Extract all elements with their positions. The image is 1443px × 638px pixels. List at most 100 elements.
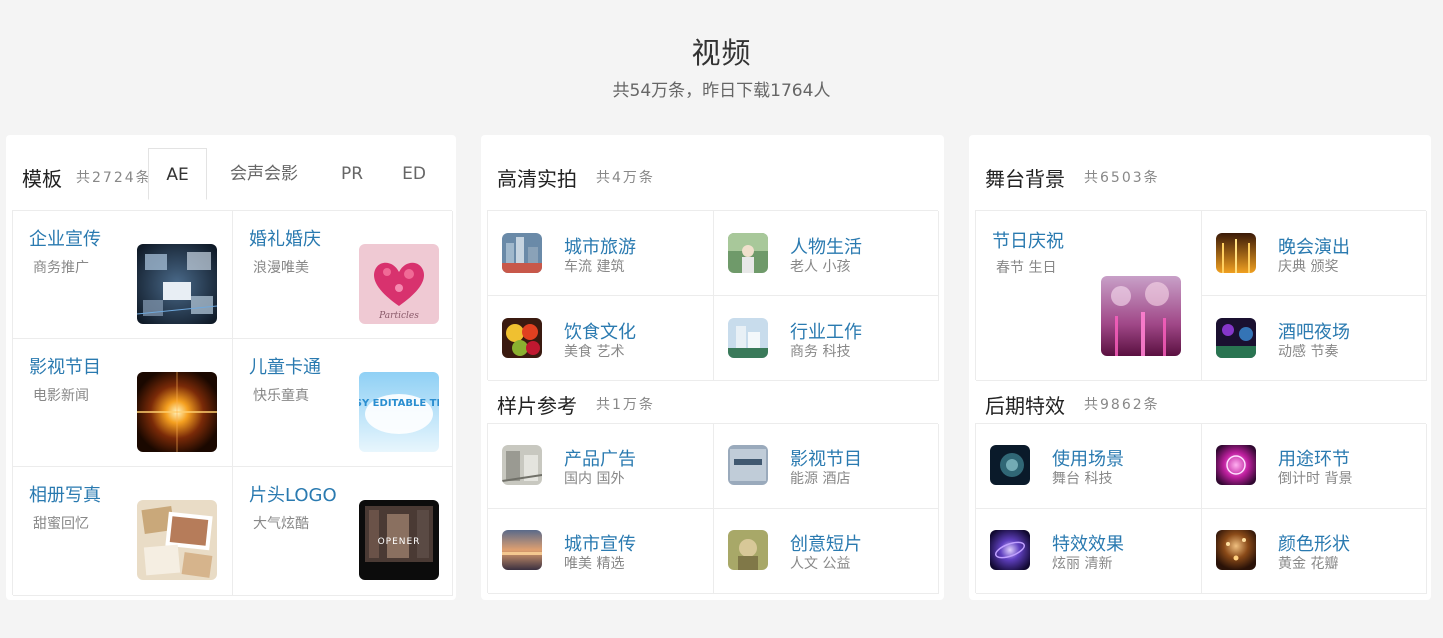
item-tags: 庆典 颁奖 — [1278, 259, 1339, 275]
hd-item-food[interactable]: 饮食文化 美食 艺术 — [488, 296, 714, 381]
gala-thumbnail — [1216, 233, 1256, 273]
scene-thumbnail — [990, 445, 1030, 485]
page-subtitle: 共54万条，昨日下载1764人 — [612, 81, 831, 101]
short-film-thumbnail — [728, 530, 768, 570]
item-name: 片头LOGO — [249, 485, 337, 506]
product-ad-thumbnail — [502, 445, 542, 485]
template-item-wedding[interactable]: 婚礼婚庆 浪漫唯美 Particles — [233, 211, 453, 339]
film-thumbnail — [137, 372, 217, 452]
template-item-album[interactable]: 相册写真 甜蜜回忆 — [13, 467, 233, 596]
tab-pr[interactable]: PR — [326, 148, 378, 200]
stage-header: 舞台背景 共6503条 — [969, 135, 1431, 195]
item-tags: 唯美 精选 — [564, 556, 625, 572]
food-thumbnail — [502, 318, 542, 358]
item-tags: 美食 艺术 — [564, 344, 625, 360]
stage-card: 舞台背景 共6503条 节日庆祝 春节 生日 晚会演出 庆典 颁奖 酒吧夜场 动… — [969, 135, 1431, 600]
template-item-logo[interactable]: 片头LOGO 大气炫酷 OPENER — [233, 467, 453, 596]
sample-item-product-ad[interactable]: 产品广告 国内 国外 — [488, 424, 714, 509]
stage-grid: 节日庆祝 春节 生日 晚会演出 庆典 颁奖 酒吧夜场 动感 节奏 — [975, 210, 1427, 381]
templates-card: 模板 共2724条 AE 会声会影 PR ED 企业宣传 商务推广 婚礼婚庆 浪… — [6, 135, 456, 600]
item-tags: 春节 生日 — [996, 260, 1057, 276]
sample-item-film[interactable]: 影视节目 能源 酒店 — [714, 424, 939, 509]
item-tags: 商务推广 — [33, 260, 89, 276]
template-item-film[interactable]: 影视节目 电影新闻 — [13, 339, 233, 467]
sample-item-short-film[interactable]: 创意短片 人文 公益 — [714, 509, 939, 594]
item-tags: 车流 建筑 — [564, 259, 625, 275]
kids-thumb-text: EASY EDITABLE TEXT — [359, 398, 439, 409]
item-tags: 黄金 花瓣 — [1278, 556, 1339, 572]
effects-item-color-shape[interactable]: 颜色形状 黄金 花瓣 — [1202, 509, 1427, 594]
stage-title: 舞台背景 — [985, 167, 1065, 191]
item-tags: 浪漫唯美 — [253, 260, 309, 276]
page-title: 视频 — [691, 36, 752, 70]
effects-item-effect[interactable]: 特效效果 炫丽 清新 — [976, 509, 1202, 594]
item-tags: 商务 科技 — [790, 344, 851, 360]
effects-item-usage[interactable]: 用途环节 倒计时 背景 — [1202, 424, 1427, 509]
effects-count: 共9862条 — [1084, 397, 1160, 413]
templates-title: 模板 — [22, 167, 62, 191]
item-tags: 倒计时 背景 — [1278, 471, 1353, 487]
effects-title: 后期特效 — [985, 394, 1065, 418]
item-name: 企业宣传 — [29, 229, 101, 250]
samples-grid: 产品广告 国内 国外 影视节目 能源 酒店 城市宣传 唯美 精选 创意短片 人文… — [487, 423, 939, 594]
sample-item-city-promo[interactable]: 城市宣传 唯美 精选 — [488, 509, 714, 594]
wedding-thumb-text: Particles — [378, 311, 419, 321]
stage-item-festival[interactable]: 节日庆祝 春节 生日 — [976, 211, 1202, 381]
hd-item-industry[interactable]: 行业工作 商务 科技 — [714, 296, 939, 381]
item-tags: 甜蜜回忆 — [33, 516, 89, 532]
item-tags: 老人 小孩 — [790, 259, 851, 275]
item-name: 影视节目 — [29, 357, 101, 378]
stage-item-bar-night[interactable]: 酒吧夜场 动感 节奏 — [1202, 296, 1427, 381]
item-name: 相册写真 — [29, 485, 101, 506]
sample-film-thumbnail — [728, 445, 768, 485]
tab-ae[interactable]: AE — [148, 148, 207, 200]
item-tags: 动感 节奏 — [1278, 344, 1339, 360]
hd-grid: 城市旅游 车流 建筑 人物生活 老人 小孩 饮食文化 美食 艺术 行业工作 商务… — [487, 210, 939, 381]
samples-count: 共1万条 — [596, 397, 655, 413]
item-tags: 炫丽 清新 — [1052, 556, 1113, 572]
hd-header: 高清实拍 共4万条 — [481, 135, 944, 195]
effect-thumbnail — [990, 530, 1030, 570]
tab-ed[interactable]: ED — [388, 148, 440, 200]
logo-thumbnail: OPENER — [359, 500, 439, 580]
item-tags: 人文 公益 — [790, 556, 851, 572]
hd-item-people-life[interactable]: 人物生活 老人 小孩 — [714, 211, 939, 296]
item-name: 婚礼婚庆 — [249, 229, 321, 250]
tab-huisheng[interactable]: 会声会影 — [212, 148, 316, 200]
template-item-business[interactable]: 企业宣传 商务推广 — [13, 211, 233, 339]
business-thumbnail — [137, 244, 217, 324]
template-item-kids[interactable]: 儿童卡通 快乐童真 EASY EDITABLE TEXT — [233, 339, 453, 467]
kids-thumbnail: EASY EDITABLE TEXT — [359, 372, 439, 452]
city-travel-thumbnail — [502, 233, 542, 273]
item-tags: 能源 酒店 — [790, 471, 851, 487]
hd-title: 高清实拍 — [497, 167, 577, 191]
templates-header: 模板 共2724条 AE 会声会影 PR ED — [6, 135, 456, 200]
people-life-thumbnail — [728, 233, 768, 273]
hd-card: 高清实拍 共4万条 城市旅游 车流 建筑 人物生活 老人 小孩 饮食文化 美食 … — [481, 135, 944, 600]
stage-count: 共6503条 — [1084, 170, 1160, 186]
item-tags: 大气炫酷 — [253, 516, 309, 532]
usage-thumbnail — [1216, 445, 1256, 485]
city-promo-thumbnail — [502, 530, 542, 570]
item-tags: 国内 国外 — [564, 471, 625, 487]
item-tags: 舞台 科技 — [1052, 471, 1113, 487]
wedding-thumbnail: Particles — [359, 244, 439, 324]
hd-item-city-travel[interactable]: 城市旅游 车流 建筑 — [488, 211, 714, 296]
item-name: 儿童卡通 — [249, 357, 321, 378]
effects-grid: 使用场景 舞台 科技 用途环节 倒计时 背景 特效效果 炫丽 清新 颜色形状 黄… — [975, 423, 1427, 594]
templates-count: 共2724条 — [76, 170, 152, 186]
album-thumbnail — [137, 500, 217, 580]
samples-title: 样片参考 — [497, 394, 577, 418]
templates-grid: 企业宣传 商务推广 婚礼婚庆 浪漫唯美 Particles 影视节目 电影新闻 … — [12, 210, 453, 596]
item-tags: 快乐童真 — [253, 388, 309, 404]
festival-thumbnail — [1101, 276, 1181, 356]
item-tags: 电影新闻 — [33, 388, 89, 404]
industry-thumbnail — [728, 318, 768, 358]
color-shape-thumbnail — [1216, 530, 1256, 570]
bar-night-thumbnail — [1216, 318, 1256, 358]
logo-thumb-text: OPENER — [378, 537, 421, 547]
stage-item-gala[interactable]: 晚会演出 庆典 颁奖 — [1202, 211, 1427, 296]
effects-item-scene[interactable]: 使用场景 舞台 科技 — [976, 424, 1202, 509]
item-name: 节日庆祝 — [992, 231, 1064, 252]
hd-count: 共4万条 — [596, 170, 655, 186]
